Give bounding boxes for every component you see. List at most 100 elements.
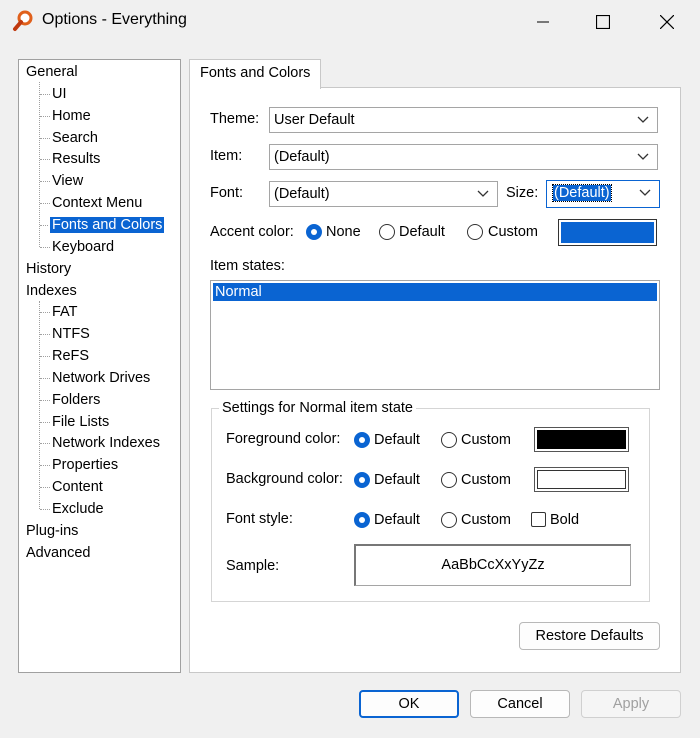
chevron-down-icon [637,116,649,123]
tree-connector [40,421,50,423]
tree-item[interactable]: File Lists [52,412,109,432]
tree-item[interactable]: Results [52,149,100,169]
bg-custom-label[interactable]: Custom [461,472,511,488]
accent-none-label[interactable]: None [326,224,361,240]
font-dropdown[interactable]: (Default) [269,181,498,207]
tree-item[interactable]: History [26,259,71,279]
bg-default-label[interactable]: Default [374,472,420,488]
tree-item[interactable]: Exclude [52,499,104,519]
tree-connector [40,465,50,467]
tree-item[interactable]: General [26,62,78,82]
app-magnifier-icon [13,10,33,31]
tab-label: Fonts and Colors [200,65,311,81]
tree-item[interactable]: Content [52,477,103,497]
theme-label: Theme: [210,111,260,127]
size-value: (Default) [552,184,612,202]
tab-fonts-and-colors[interactable]: Fonts and Colors [189,59,321,89]
close-icon [660,15,674,29]
tree-item[interactable]: Folders [52,390,100,410]
tree-item[interactable]: Fonts and Colors [48,215,166,235]
tree-item[interactable]: ReFS [52,346,89,366]
tree-connector [40,159,50,161]
size-label: Size: [506,185,539,201]
sample-label: Sample: [226,558,280,574]
chevron-down-icon [477,190,489,197]
fonts-colors-panel: Theme: User Default Item: (Default) Font… [189,87,681,673]
background-color-label: Background color: [226,471,343,487]
tree-item[interactable]: Network Indexes [52,433,160,453]
tree-item[interactable]: FAT [52,302,78,322]
tree-item[interactable]: Advanced [26,543,91,563]
fg-color-swatch[interactable] [534,427,629,452]
fg-default-label[interactable]: Default [374,432,420,448]
font-style-label: Font style: [226,511,293,527]
maximize-icon [596,15,610,29]
tree-connector [40,356,50,358]
fg-custom-radio[interactable] [441,432,457,448]
close-button[interactable] [644,0,690,44]
accent-default-radio[interactable] [379,224,395,240]
font-label: Font: [210,185,244,201]
bold-label[interactable]: Bold [550,512,579,528]
bg-custom-radio[interactable] [441,472,457,488]
tree-connector [40,246,50,248]
tree-connector [40,203,50,205]
bold-checkbox[interactable] [531,512,546,527]
tree-item[interactable]: View [52,171,83,191]
tree-connector [40,377,50,379]
tree-item[interactable]: Context Menu [52,193,142,213]
accent-color-swatch[interactable] [558,219,657,246]
fg-custom-label[interactable]: Custom [461,432,511,448]
accent-custom-label[interactable]: Custom [488,224,538,240]
accent-custom-radio[interactable] [467,224,483,240]
tree-connector [39,300,40,509]
restore-defaults-button[interactable]: Restore Defaults [519,622,660,650]
theme-dropdown[interactable]: User Default [269,107,658,133]
maximize-button[interactable] [580,0,626,44]
size-dropdown[interactable]: (Default) [546,180,660,208]
tree-item[interactable]: Keyboard [52,237,114,257]
tree-connector [40,399,50,401]
sample-text: AaBbCcXxYyZz [441,557,545,573]
list-item[interactable]: Normal [212,282,658,302]
options-tree[interactable]: General UI Home Search Results View Context Me… [18,59,181,673]
tree-item[interactable]: Properties [52,455,118,475]
style-default-label[interactable]: Default [374,512,420,528]
font-value: (Default) [274,186,330,202]
item-label: Item: [210,148,243,164]
chevron-down-icon [637,153,649,160]
style-custom-label[interactable]: Custom [461,512,511,528]
chevron-down-icon [639,189,651,196]
tree-item[interactable]: Plug-ins [26,521,78,541]
item-states-list[interactable]: Normal [210,280,660,390]
tree-item[interactable]: Indexes [26,281,77,301]
tree-item[interactable]: Home [52,106,91,126]
apply-button[interactable]: Apply [581,690,681,718]
accent-color-label: Accent color: [210,224,294,240]
style-custom-radio[interactable] [441,512,457,528]
settings-group-title: Settings for Normal item state [219,400,416,416]
item-dropdown[interactable]: (Default) [269,144,658,170]
tree-item[interactable]: Search [52,128,98,148]
tree-item[interactable]: NTFS [52,324,90,344]
bg-color-swatch[interactable] [534,467,629,492]
bg-default-radio[interactable] [354,472,370,488]
theme-value: User Default [274,112,355,128]
tree-connector [40,93,50,95]
ok-button[interactable]: OK [359,690,459,718]
accent-none-radio[interactable] [306,224,322,240]
item-value: (Default) [274,149,330,165]
tree-item[interactable]: Network Drives [52,368,150,388]
minimize-button[interactable] [520,0,566,44]
tree-connector [40,181,50,183]
tree-item[interactable]: UI [52,84,67,104]
style-default-radio[interactable] [354,512,370,528]
tree-connector [40,443,50,445]
fg-default-radio[interactable] [354,432,370,448]
accent-default-label[interactable]: Default [399,224,445,240]
tree-connector [40,334,50,336]
item-states-label: Item states: [210,258,285,274]
tree-connector [40,115,50,117]
tree-connector [40,487,50,489]
cancel-button[interactable]: Cancel [470,690,570,718]
